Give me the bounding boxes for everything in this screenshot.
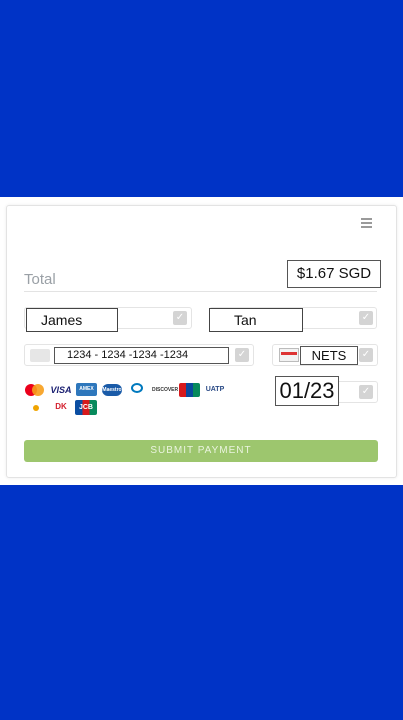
unionpay-logo (179, 383, 200, 397)
bottom-blue-band (0, 485, 403, 720)
carte-blanche-logo (25, 402, 47, 414)
top-blue-band (0, 0, 403, 197)
check-icon: ✓ (359, 348, 373, 362)
last-name-input[interactable]: Tan (209, 308, 303, 332)
mastercard-logo (25, 384, 45, 396)
total-divider (24, 291, 377, 292)
check-icon: ✓ (173, 311, 187, 325)
hamburger-menu-icon[interactable] (361, 218, 372, 229)
card-number-input[interactable]: 1234 - 1234 -1234 -1234 (54, 347, 229, 364)
maestro-logo: Maestro (102, 384, 122, 396)
expiry-input[interactable]: 01/23 (275, 376, 339, 406)
payment-card (6, 205, 397, 478)
check-icon: ✓ (235, 348, 249, 362)
discover-logo: DISCOVER (152, 387, 179, 393)
check-icon: ✓ (359, 385, 373, 399)
payment-method-select[interactable]: NETS (300, 346, 358, 365)
visa-logo: VISA (50, 385, 72, 395)
diners-club-logo (127, 383, 149, 397)
check-icon: ✓ (359, 311, 373, 325)
credit-card-icon (30, 349, 50, 362)
amex-logo: AMEX (76, 383, 97, 396)
dankort-logo: DK (55, 402, 67, 411)
jcb-logo: JCB (75, 400, 97, 415)
total-amount: $1.67 SGD (287, 260, 381, 288)
total-label: Total (24, 271, 56, 288)
submit-payment-button[interactable]: SUBMIT PAYMENT (24, 440, 378, 462)
nets-card-icon (279, 348, 299, 362)
first-name-input[interactable]: James (26, 308, 118, 332)
uatp-logo: UATP (205, 386, 225, 393)
